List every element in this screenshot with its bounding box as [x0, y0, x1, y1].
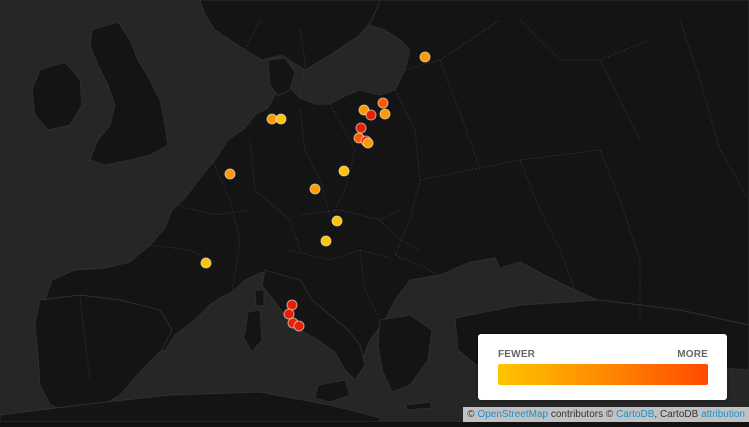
location-marker[interactable] — [331, 215, 343, 227]
osm-link[interactable]: OpenStreetMap — [477, 409, 548, 420]
cartodb-link[interactable]: CartoDB — [616, 409, 654, 420]
location-marker[interactable] — [379, 108, 391, 120]
legend-gradient-bar — [498, 364, 708, 385]
attribution-cartodb-suffix: , CartoDB — [654, 409, 699, 420]
location-marker[interactable] — [200, 257, 212, 269]
location-marker[interactable] — [275, 113, 287, 125]
location-marker[interactable] — [309, 183, 321, 195]
legend-high-label: MORE — [677, 349, 708, 360]
location-marker[interactable] — [362, 137, 374, 149]
attribution-contributors: contributors © — [550, 409, 614, 420]
location-marker[interactable] — [320, 235, 332, 247]
location-marker[interactable] — [419, 51, 431, 63]
copyright-symbol: © — [467, 409, 475, 420]
legend-low-label: FEWER — [498, 349, 536, 360]
density-legend: FEWER MORE — [478, 334, 727, 400]
map-attribution: © OpenStreetMap contributors © CartoDB, … — [463, 407, 749, 422]
location-marker[interactable] — [338, 165, 350, 177]
location-marker[interactable] — [377, 97, 389, 109]
attribution-link[interactable]: attribution — [701, 409, 745, 420]
location-marker[interactable] — [224, 168, 236, 180]
location-marker[interactable] — [293, 320, 305, 332]
location-marker[interactable] — [365, 109, 377, 121]
location-marker[interactable] — [355, 122, 367, 134]
